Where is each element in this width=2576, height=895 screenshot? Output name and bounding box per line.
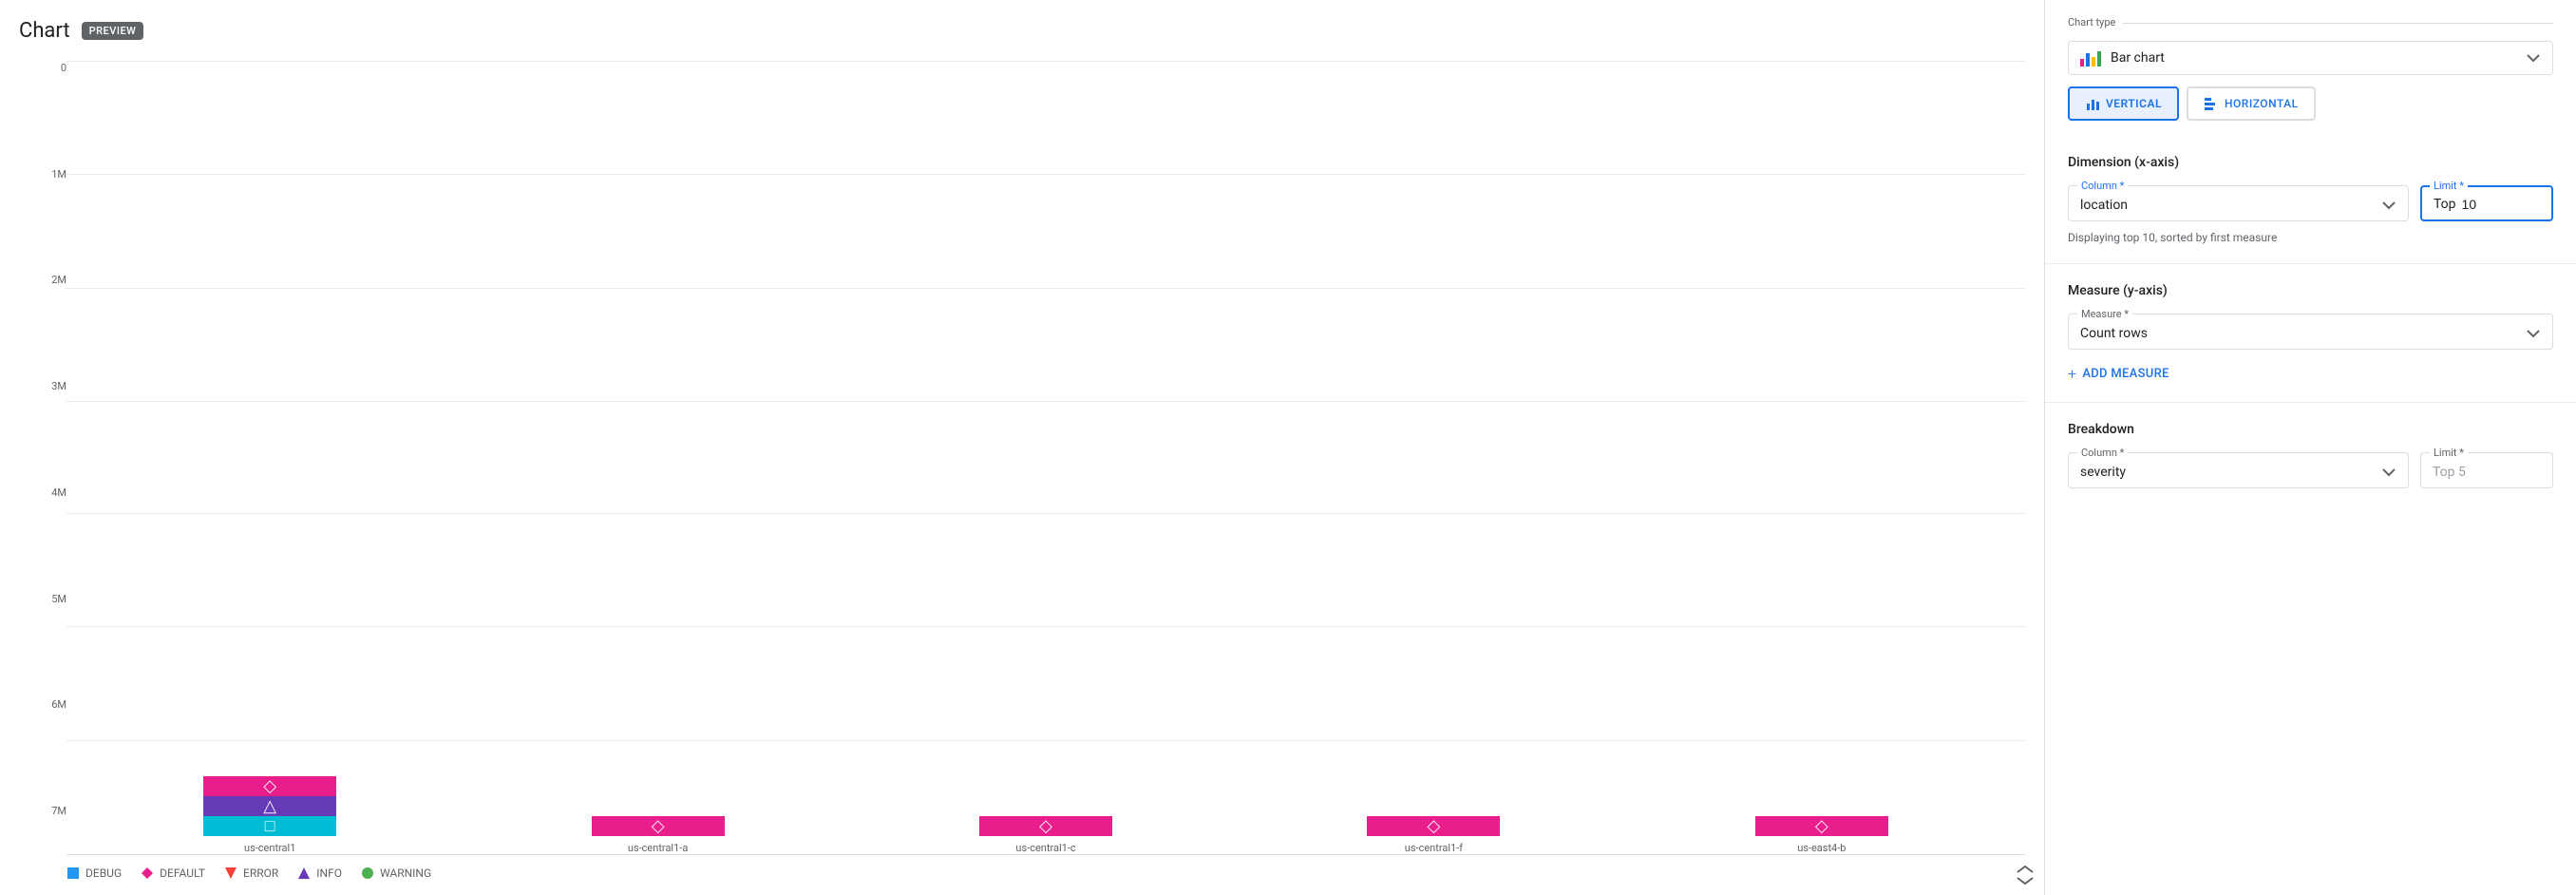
breakdown-column-label: Column * <box>2077 447 2128 459</box>
bars-row: □ △ ◇ us-central1 <box>66 62 2025 854</box>
chart-type-select-inner: Bar chart <box>2080 49 2165 67</box>
plus-icon: + <box>2068 365 2076 383</box>
measure-value: Count rows <box>2080 326 2148 341</box>
bar-segment-default: ◇ <box>1367 816 1500 836</box>
measure-title: Measure (y-axis) <box>2068 283 2553 298</box>
breakdown-limit-label: Limit * <box>2430 447 2468 459</box>
chart-legend: DEBUG DEFAULT ERROR INFO WARNING <box>19 855 2025 895</box>
bar-segment-default: ◇ <box>203 776 336 796</box>
measure-section: Measure (y-axis) Measure * Count rows + … <box>2045 264 2576 403</box>
add-measure-button[interactable]: + ADD MEASURE <box>2068 365 2553 383</box>
column-field-group: Column * location <box>2068 185 2409 221</box>
scroll-down-icon[interactable] <box>2016 876 2035 885</box>
legend-item-info: INFO <box>297 866 342 880</box>
preview-badge: PREVIEW <box>82 22 144 40</box>
dimension-title: Dimension (x-axis) <box>2068 155 2553 170</box>
breakdown-field-row: Column * severity Limit * Top 5 <box>2068 452 2553 488</box>
legend-item-default: DEFAULT <box>141 866 205 880</box>
bar-stack: ◇ <box>1367 816 1500 836</box>
chart-title: Chart <box>19 19 70 43</box>
x-label: us-central1-f <box>1405 842 1463 854</box>
dimension-section: Dimension (x-axis) Column * location Lim… <box>2045 136 2576 264</box>
add-measure-label: ADD MEASURE <box>2082 367 2169 381</box>
breakdown-limit-group: Limit * Top 5 <box>2420 452 2553 488</box>
column-value: location <box>2080 198 2128 213</box>
column-label: Column * <box>2077 180 2128 192</box>
error-icon <box>224 866 237 880</box>
horizontal-bar-icon <box>2204 96 2219 111</box>
bar-icon-square: □ <box>265 816 275 836</box>
measure-label: Measure * <box>2077 308 2132 320</box>
vertical-label: VERTICAL <box>2106 97 2162 110</box>
chevron-down-icon <box>2526 50 2541 66</box>
info-icon <box>297 866 311 880</box>
measure-select[interactable]: Count rows <box>2068 314 2553 350</box>
limit-field-group: Limit * Top <box>2420 185 2553 221</box>
limit-value-input[interactable] <box>2462 197 2491 212</box>
bar-icon-diamond: ◇ <box>1815 816 1828 836</box>
chart-area: Chart PREVIEW 7M 6M 5M 4M 3M 2M 1M 0 <box>0 0 2044 895</box>
bar-group: ◇ us-central1-a <box>492 816 823 854</box>
bar-icon-diamond: ◇ <box>1039 816 1052 836</box>
bar-group: ◇ us-central1-f <box>1268 816 1599 854</box>
bar-group: □ △ ◇ us-central1 <box>104 776 435 854</box>
chart-type-label: Chart type <box>2068 16 2123 29</box>
bar-icon-diamond: ◇ <box>652 816 665 836</box>
bar-segment-info: △ <box>203 796 336 816</box>
breakdown-chevron-icon <box>2381 465 2396 480</box>
vertical-orient-btn[interactable]: VERTICAL <box>2068 86 2179 121</box>
horizontal-label: HORIZONTAL <box>2225 97 2299 110</box>
chart-svg-area: 7M 6M 5M 4M 3M 2M 1M 0 <box>19 62 2025 855</box>
measure-chevron-icon <box>2526 326 2541 341</box>
limit-prefix: Top <box>2434 197 2456 212</box>
right-panel: Chart type Bar chart <box>2044 0 2576 895</box>
warning-icon <box>361 866 374 880</box>
horizontal-orient-btn[interactable]: HORIZONTAL <box>2187 86 2316 121</box>
breakdown-title: Breakdown <box>2068 422 2553 437</box>
default-icon <box>141 866 154 880</box>
dimension-field-row: Column * location Limit * Top <box>2068 185 2553 221</box>
x-label: us-central1-a <box>628 842 688 854</box>
x-label: us-central1-c <box>1015 842 1075 854</box>
legend-item-warning: WARNING <box>361 866 431 880</box>
legend-item-error: ERROR <box>224 866 278 880</box>
chart-type-section: Chart type Bar chart <box>2045 0 2576 136</box>
bar-stack: ◇ <box>1755 816 1888 836</box>
column-chevron-icon <box>2381 198 2396 213</box>
chart-header: Chart PREVIEW <box>19 19 2025 43</box>
bar-segment-default: ◇ <box>1755 816 1888 836</box>
x-label: us-central1 <box>244 842 295 854</box>
measure-field-group: Measure * Count rows <box>2068 314 2553 350</box>
breakdown-column-group: Column * severity <box>2068 452 2409 488</box>
breakdown-limit-placeholder: Top 5 <box>2433 465 2466 480</box>
bar-group: ◇ us-central1-c <box>881 816 1211 854</box>
orientation-buttons: VERTICAL HORIZONTAL <box>2068 86 2553 121</box>
bar-icon-triangle: △ <box>263 796 276 816</box>
limit-label: Limit * <box>2430 180 2468 192</box>
bar-segment-default: ◇ <box>979 816 1112 836</box>
bar-segment-default: ◇ <box>592 816 725 836</box>
chart-container: 7M 6M 5M 4M 3M 2M 1M 0 <box>19 62 2025 895</box>
bar-stack: ◇ <box>979 816 1112 836</box>
chart-bars-area: □ △ ◇ us-central1 <box>66 62 2025 855</box>
x-label: us-east4-b <box>1797 842 1846 854</box>
bar-chart-icon <box>2080 49 2101 67</box>
breakdown-column-value: severity <box>2080 465 2126 480</box>
bar-stack: ◇ <box>592 816 725 836</box>
bar-group: ◇ us-east4-b <box>1657 816 1987 854</box>
bar-icon-diamond: ◇ <box>1428 816 1441 836</box>
scroll-arrows[interactable] <box>2016 865 2035 885</box>
debug-icon <box>66 866 80 880</box>
chart-type-value: Bar chart <box>2111 50 2165 66</box>
bar-segment-debug: □ <box>203 816 336 836</box>
dimension-info: Displaying top 10, sorted by first measu… <box>2068 231 2553 244</box>
chart-type-select[interactable]: Bar chart <box>2068 41 2553 75</box>
bar-icon-diamond: ◇ <box>263 776 276 796</box>
breakdown-section: Breakdown Column * severity Limit * Top … <box>2045 403 2576 507</box>
scroll-up-icon[interactable] <box>2016 865 2035 874</box>
legend-item-debug: DEBUG <box>66 866 122 880</box>
bar-stack: □ △ ◇ <box>203 776 336 836</box>
y-axis-labels: 7M 6M 5M 4M 3M 2M 1M 0 <box>19 62 66 855</box>
vertical-bar-icon <box>2085 96 2100 111</box>
